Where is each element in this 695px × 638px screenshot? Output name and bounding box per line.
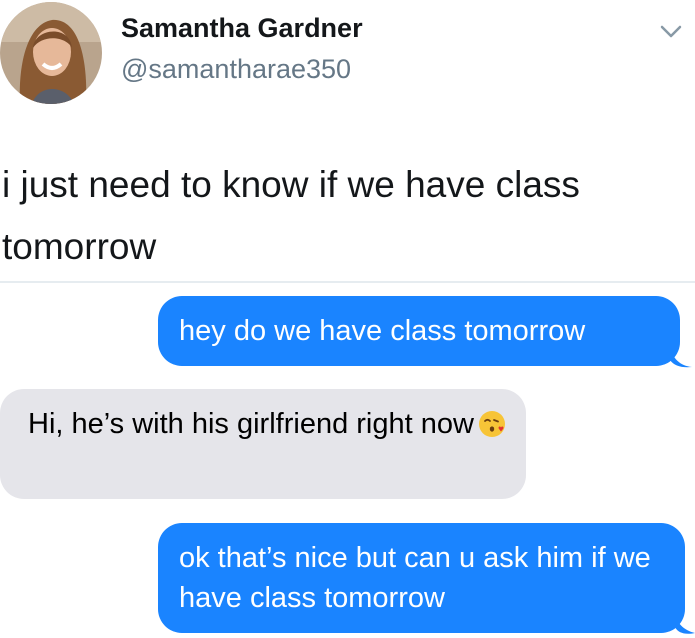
message-text: Hi, he’s with his girlfriend right now xyxy=(28,408,474,440)
sent-message-bubble: ok that’s nice but can u ask him if we h… xyxy=(158,523,685,633)
display-name[interactable]: Samantha Gardner xyxy=(121,13,363,44)
user-handle[interactable]: @samantharae350 xyxy=(121,54,351,85)
bubble-tail xyxy=(675,613,695,635)
kissing-face-icon xyxy=(478,410,506,438)
received-message-bubble: Hi, he’s with his girlfriend right now xyxy=(0,389,526,499)
divider xyxy=(0,281,695,283)
avatar[interactable] xyxy=(0,2,102,104)
message-text: ok that’s nice but can u ask him if we h… xyxy=(179,542,651,614)
chevron-down-icon[interactable] xyxy=(660,24,682,40)
bubble-tail xyxy=(670,346,692,368)
message-text: hey do we have class tomorrow xyxy=(179,315,586,347)
tweet-text: i just need to know if we have class tom… xyxy=(2,164,580,267)
sent-message-bubble: hey do we have class tomorrow xyxy=(158,296,680,366)
